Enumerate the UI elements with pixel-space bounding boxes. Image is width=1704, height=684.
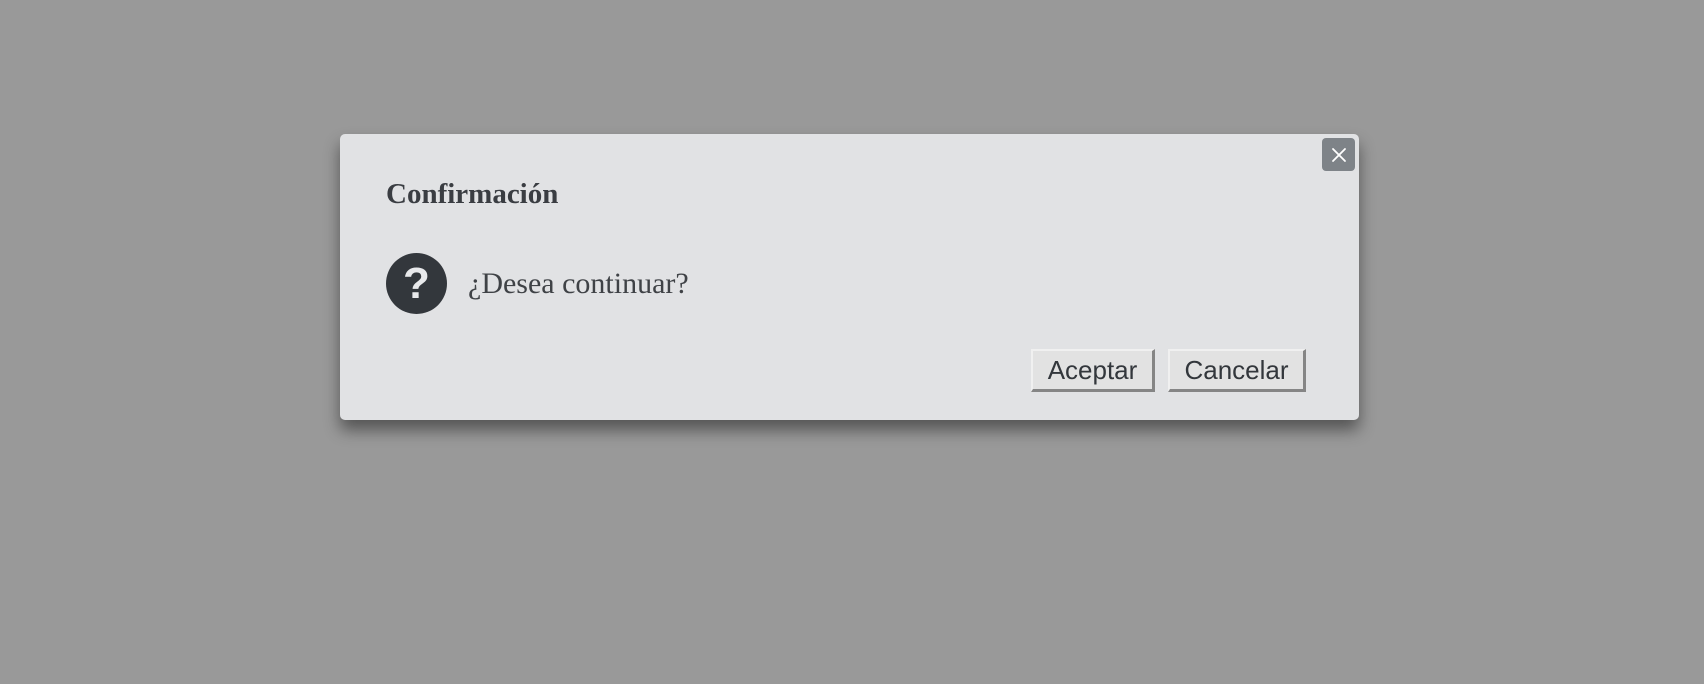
question-icon: ? — [386, 253, 447, 314]
question-mark-glyph: ? — [403, 258, 430, 308]
accept-button[interactable]: Aceptar — [1031, 349, 1155, 392]
message-row: ? ¿Desea continuar? — [386, 253, 689, 314]
close-button[interactable] — [1322, 138, 1355, 171]
close-icon — [1331, 147, 1346, 162]
dialog-message: ¿Desea continuar? — [468, 266, 689, 300]
dialog-title: Confirmación — [386, 178, 559, 210]
cancel-button[interactable]: Cancelar — [1168, 349, 1306, 392]
confirmation-dialog: Confirmación ? ¿Desea continuar? Aceptar… — [340, 134, 1359, 420]
dialog-buttons: Aceptar Cancelar — [1031, 349, 1306, 392]
